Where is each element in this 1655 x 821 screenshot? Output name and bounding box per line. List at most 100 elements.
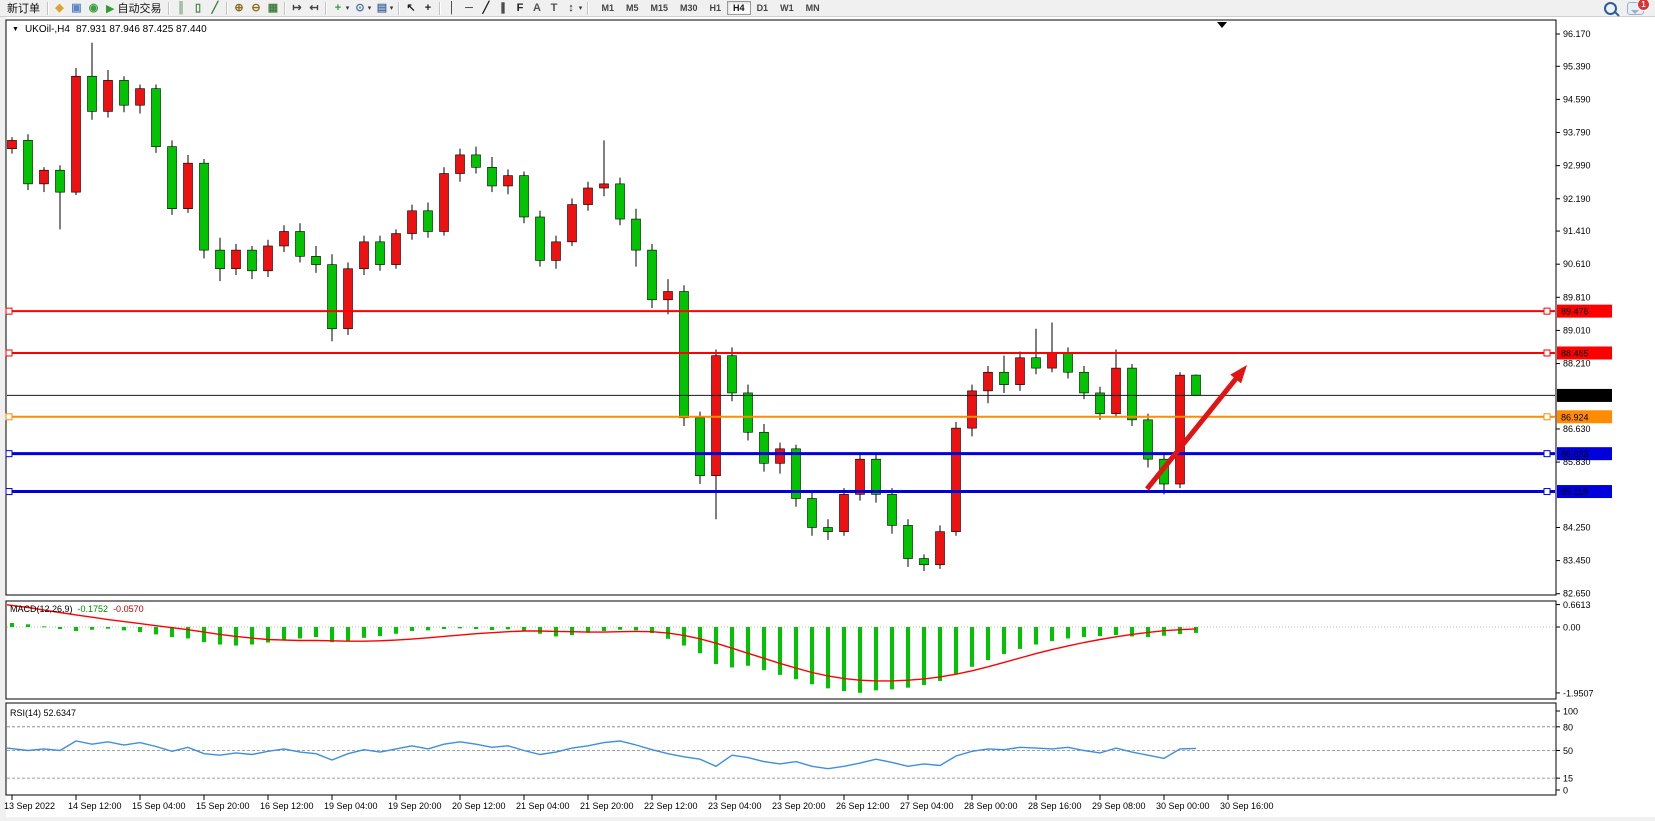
- macd-histogram-bar: [1114, 627, 1118, 635]
- candle-body: [968, 391, 977, 428]
- zoom-out-icon[interactable]: ⊖: [247, 1, 264, 16]
- zoom-in-icon[interactable]: ⊕: [230, 1, 247, 16]
- time-axis-label: 30 Sep 00:00: [1156, 801, 1210, 811]
- vertical-line-icon[interactable]: │: [443, 1, 460, 16]
- macd-histogram-bar: [506, 627, 510, 629]
- auto-scroll-icon[interactable]: ↦: [288, 1, 305, 16]
- candle-body: [520, 176, 529, 217]
- macd-histogram-bar: [426, 627, 430, 630]
- candle-body: [1000, 372, 1009, 384]
- candle-body: [392, 234, 401, 265]
- candle-body: [360, 242, 369, 269]
- price-axis-label: 82.650: [1563, 589, 1591, 599]
- support-line-2-left-handle[interactable]: [6, 489, 12, 495]
- macd-histogram-bar: [314, 627, 318, 637]
- arrows-dropdown-caret[interactable]: ▾: [576, 4, 584, 12]
- add-indicator-dropdown-caret[interactable]: ▾: [343, 4, 351, 12]
- timeframe-mn[interactable]: MN: [800, 1, 826, 15]
- timeframe-w1[interactable]: W1: [774, 1, 800, 15]
- rsi-panel[interactable]: [6, 703, 1556, 795]
- tile-windows-icon[interactable]: ▦: [264, 1, 281, 16]
- macd-histogram-bar: [74, 627, 78, 631]
- chart-title: ▼ UKOil-,H4 87.931 87.946 87.425 87.440: [12, 24, 207, 35]
- timeframe-d1[interactable]: D1: [751, 1, 775, 15]
- chat-icon[interactable]: 1: [1627, 2, 1644, 15]
- macd-histogram-bar: [714, 627, 718, 664]
- pivot-line-right-handle[interactable]: [1544, 414, 1550, 420]
- resistance-line-2-right-handle[interactable]: [1544, 350, 1550, 356]
- timeframe-m5[interactable]: M5: [620, 1, 645, 15]
- line-chart-icon[interactable]: ╱: [206, 1, 223, 16]
- autotrading-button[interactable]: ▶自动交易: [102, 1, 165, 16]
- chart-dropdown-icon[interactable]: ▼: [12, 26, 19, 33]
- template-dropdown-caret[interactable]: ▾: [387, 4, 395, 12]
- macd-histogram-bar: [490, 627, 494, 630]
- resistance-line-1-right-handle[interactable]: [1544, 308, 1550, 314]
- main-chart-panel[interactable]: [6, 20, 1556, 595]
- terminal-icon[interactable]: ▣: [68, 1, 85, 16]
- support-line-1-left-handle[interactable]: [6, 451, 12, 457]
- macd-histogram-bar: [810, 627, 814, 684]
- timeframe-m15[interactable]: M15: [645, 1, 675, 15]
- time-axis-label: 23 Sep 04:00: [708, 801, 762, 811]
- trendline-icon[interactable]: ╱: [477, 1, 494, 16]
- text-label-icon[interactable]: T: [545, 1, 562, 16]
- candlestick-chart-icon[interactable]: ▯: [189, 1, 206, 16]
- horizontal-line-icon[interactable]: ─: [460, 1, 477, 16]
- signals-icon[interactable]: ◉: [85, 1, 102, 16]
- timeframe-h4[interactable]: H4: [727, 1, 751, 15]
- macd-histogram-bar: [778, 627, 782, 675]
- chart-canvas[interactable]: 89.47688.46587.44086.92486.03385.11896.1…: [0, 0, 1655, 821]
- time-axis-label: 20 Sep 12:00: [452, 801, 506, 811]
- price-axis-label: 91.410: [1563, 226, 1591, 236]
- rsi-axis-label: 50: [1563, 746, 1573, 756]
- search-icon[interactable]: [1604, 2, 1617, 15]
- chart-window-icon[interactable]: ◆: [51, 1, 68, 16]
- toolbar-separator: [587, 2, 588, 15]
- candle-body: [1096, 393, 1105, 414]
- fibonacci-icon[interactable]: F: [511, 1, 528, 16]
- toolbar-separator: [168, 2, 169, 15]
- pivot-line-left-handle[interactable]: [6, 414, 12, 420]
- resistance-line-2-left-handle[interactable]: [6, 350, 12, 356]
- bar-chart-icon[interactable]: ║: [172, 1, 189, 16]
- macd-histogram-bar: [10, 623, 14, 627]
- price-axis-label: 93.790: [1563, 128, 1591, 138]
- macd-histogram-bar: [794, 627, 798, 679]
- new-order-button[interactable]: 新订单: [3, 1, 44, 16]
- candle-body: [424, 211, 433, 232]
- support-line-1-right-handle[interactable]: [1544, 451, 1550, 457]
- equidistant-channel-icon[interactable]: ∥: [494, 1, 511, 16]
- candle-body: [1112, 368, 1121, 414]
- chart-shift-icon[interactable]: ↤: [305, 1, 322, 16]
- macd-axis-label: -1.9507: [1563, 688, 1594, 698]
- candle-body: [920, 559, 929, 565]
- candle-body: [1176, 375, 1185, 484]
- crosshair-icon[interactable]: +: [419, 1, 436, 16]
- cursor-icon[interactable]: ↖: [402, 1, 419, 16]
- candle-body: [536, 217, 545, 260]
- time-axis-label: 22 Sep 12:00: [644, 801, 698, 811]
- pivot-line-price-badge-label: 86.924: [1561, 412, 1589, 422]
- resistance-line-1-left-handle[interactable]: [6, 308, 12, 314]
- timeframe-h1[interactable]: H1: [704, 1, 728, 15]
- candle-body: [456, 155, 465, 174]
- timeframe-m30[interactable]: M30: [674, 1, 704, 15]
- toolbar-separator: [47, 2, 48, 15]
- rsi-axis-label: 100: [1563, 707, 1578, 717]
- macd-histogram-bar: [218, 627, 222, 645]
- support-line-2-right-handle[interactable]: [1544, 489, 1550, 495]
- candle-body: [136, 89, 145, 106]
- timeframe-m1[interactable]: M1: [595, 1, 620, 15]
- text-icon[interactable]: A: [528, 1, 545, 16]
- candle-body: [840, 494, 849, 531]
- toolbar-separator: [284, 2, 285, 15]
- candle-body: [664, 292, 673, 300]
- macd-histogram-bar: [186, 627, 190, 638]
- resistance-line-1-price-badge-label: 89.476: [1561, 307, 1589, 317]
- price-axis-label: 83.450: [1563, 556, 1591, 566]
- period-clock-dropdown-caret[interactable]: ▾: [365, 4, 373, 12]
- macd-histogram-bar: [954, 627, 958, 674]
- candle-body: [1032, 358, 1041, 368]
- macd-histogram-bar: [330, 627, 334, 642]
